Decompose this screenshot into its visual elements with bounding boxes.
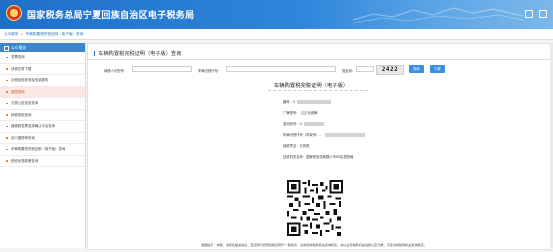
- sidebar-item[interactable]: 欠税公告信息查询: [0, 98, 85, 110]
- sidebar-item-label: 纳税信用查询: [11, 112, 32, 117]
- breadcrumb-separator: >: [20, 32, 24, 36]
- cert-row-voucher: 纳税凭证：已完税: [283, 143, 309, 148]
- certificate-title: 车辆购置税完税证明（电子版）: [274, 83, 349, 89]
- page-title-text: 车辆购置税完税证明（电子版）查询: [98, 51, 182, 57]
- bullet-icon: [6, 137, 8, 139]
- sidebar-item[interactable]: 税收优惠政策查询: [0, 156, 85, 167]
- sidebar-item-label: 增值税发票选择确认平台查询: [11, 124, 56, 128]
- breadcrumb-home[interactable]: 公众服务: [4, 32, 18, 36]
- cert-value: 已完税: [299, 144, 310, 148]
- sidebar-item-label: 欠税公告信息查询: [11, 101, 39, 105]
- sidebar-item-label: 税收优惠政策查询: [11, 158, 39, 163]
- masked-value: [304, 122, 325, 126]
- captcha-input[interactable]: [356, 66, 374, 72]
- cert-row-model: 厂牌型号： 长城牌: [283, 110, 317, 115]
- sidebar-item-label: 资质查询: [11, 89, 25, 94]
- sidebar-item-label: 出口退税率查询: [11, 135, 35, 140]
- title-accent-bar: [94, 51, 96, 56]
- sidebar-item-label: 办税经验查询及信息服务: [11, 78, 49, 82]
- bullet-icon: [6, 56, 8, 59]
- bullet-icon: [6, 160, 8, 162]
- sidebar-item[interactable]: 出口退税率查询: [0, 133, 85, 144]
- tax-emblem-icon: [6, 5, 22, 21]
- great-wall-banner-icon: [353, 7, 523, 24]
- cert-row-vin: 车辆识别代号（车架号）：: [283, 132, 365, 137]
- sidebar-item-label: 涉税记录下载: [11, 66, 32, 71]
- cert-label: 厂牌型号：: [283, 111, 300, 115]
- sidebar-item[interactable]: 增值税发票选择确认平台查询: [0, 121, 85, 133]
- sidebar-item[interactable]: 纳税信用查询: [0, 110, 85, 121]
- cert-label: 编号：: [283, 100, 293, 104]
- breadcrumb: 公众服务 > 车辆购置税完税证明（电子版）查询: [4, 32, 83, 37]
- masked-value: [297, 100, 331, 104]
- main-panel: 车辆购置税完税证明（电子版）查询 纳税人识别号： 车辆识别代号： 验证码： 24…: [87, 43, 551, 250]
- bullet-icon: [6, 68, 8, 70]
- footnote: 温馨提示：本税、请核实相关信息，若出现与纸质完税证明不一致情况，请向当地税务机关…: [201, 243, 427, 247]
- cert-row-engine: 发动机号：G: [283, 121, 325, 126]
- taxpayer-id-input[interactable]: [132, 66, 192, 72]
- captcha-image[interactable]: 2422: [376, 65, 404, 75]
- cert-value: 5: [292, 100, 295, 104]
- cert-row-number: 编号：5: [283, 99, 331, 104]
- vin-input[interactable]: [226, 66, 336, 72]
- sidebar-item-label: 发票查询: [11, 55, 25, 59]
- sidebar-item[interactable]: 发票查询: [0, 52, 85, 64]
- certificate-divider: [268, 90, 368, 91]
- sidebar-item-label: 车辆购置税完税证明（电子版）查询: [11, 147, 66, 151]
- sidebar-item[interactable]: 办税经验查询及信息服务: [0, 75, 85, 87]
- home-icon[interactable]: [525, 10, 533, 18]
- cert-label: 征收机关名称：: [283, 155, 307, 159]
- vin-label: 车辆识别代号：: [198, 68, 222, 73]
- site-header: 国家税务总局宁夏回族自治区电子税务局: [0, 0, 553, 29]
- cert-label: 车辆识别代号（车架号）：: [283, 133, 323, 137]
- bullet-icon: [6, 114, 8, 116]
- divider: [88, 59, 550, 60]
- bullet-icon: [6, 79, 8, 82]
- sidebar-heading-label: 公众服务: [11, 45, 27, 50]
- bullet-icon: [6, 102, 8, 105]
- download-button[interactable]: 下载: [430, 65, 445, 73]
- captcha-label: 验证码：: [342, 68, 356, 73]
- breadcrumb-bar: 公众服务 > 车辆购置税完税证明（电子版）查询: [0, 29, 553, 40]
- sidebar-item[interactable]: 车辆购置税完税证明（电子版）查询: [0, 144, 85, 156]
- cert-value: G: [299, 122, 303, 126]
- masked-value: [324, 133, 365, 137]
- sidebar-item[interactable]: 涉税记录下载: [0, 64, 85, 75]
- breadcrumb-current[interactable]: 车辆购置税完税证明（电子版）查询: [26, 32, 84, 36]
- cert-value: 长城牌: [307, 111, 318, 115]
- bullet-icon: [6, 148, 8, 151]
- sidebar: 公众服务 发票查询 涉税记录下载 办税经验查询及信息服务 资质查询 欠税公告信息…: [0, 43, 86, 248]
- cert-row-authority: 征收机关名称：国家税务总局银川市XX区税务局: [283, 154, 353, 159]
- cert-value: 国家税务总局银川市XX区税务局: [306, 155, 354, 159]
- bullet-icon: [6, 91, 8, 93]
- header-utilities: [525, 10, 547, 18]
- query-form: 纳税人识别号： 车辆识别代号： 验证码： 2422 查询 下载: [104, 65, 534, 75]
- cert-label: 纳税凭证：: [283, 144, 300, 148]
- taxpayer-id-label: 纳税人识别号：: [104, 68, 128, 73]
- page-title: 车辆购置税完税证明（电子版）查询: [94, 50, 181, 57]
- query-button[interactable]: 查询: [409, 65, 424, 73]
- sidebar-heading: 公众服务: [0, 43, 85, 52]
- bullet-icon: [6, 125, 8, 128]
- site-title: 国家税务总局宁夏回族自治区电子税务局: [27, 11, 195, 21]
- menu-icon: [4, 45, 9, 51]
- user-icon[interactable]: [539, 10, 547, 18]
- sidebar-item-active[interactable]: 资质查询: [0, 86, 85, 98]
- cert-label: 发动机号：: [283, 122, 300, 126]
- qr-code-icon: [287, 180, 343, 236]
